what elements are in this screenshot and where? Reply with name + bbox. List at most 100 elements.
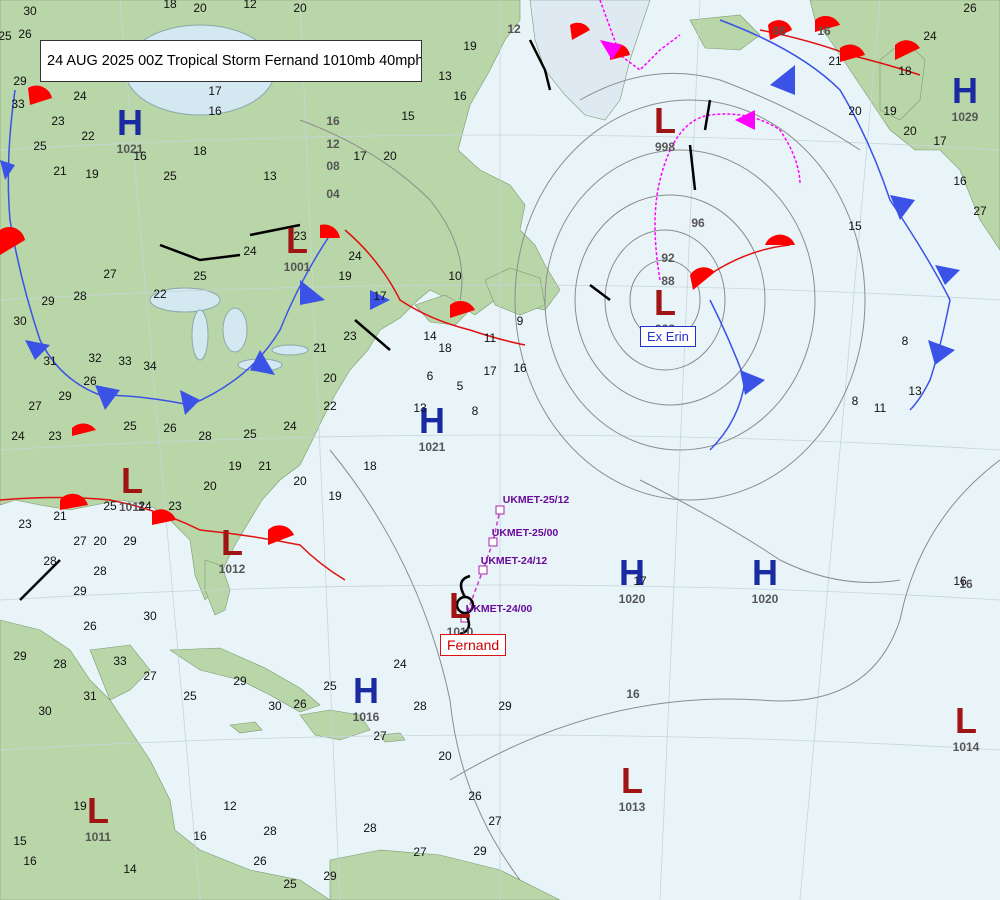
central-pressure-value: 998 (655, 140, 675, 154)
central-pressure-value: 1021 (419, 440, 446, 454)
station-observation: 26 (18, 27, 32, 41)
station-observation: 28 (198, 429, 212, 443)
station-observation: 23 (48, 429, 62, 443)
station-observation: 27 (488, 814, 502, 828)
station-observation: 22 (81, 129, 95, 143)
station-observation: 24 (348, 249, 362, 263)
station-observation: 23 (343, 329, 357, 343)
station-observation: 30 (13, 314, 27, 328)
station-observation: 26 (83, 374, 97, 388)
station-observation: 28 (73, 289, 87, 303)
low-pressure-marker: L (654, 282, 676, 323)
lake-michigan (191, 309, 209, 361)
station-observation: 19 (328, 489, 342, 503)
station-observation: 17 (353, 149, 367, 163)
station-observation: 27 (73, 534, 87, 548)
station-observation: 21 (828, 54, 842, 68)
central-pressure-value: 1020 (619, 592, 646, 606)
central-pressure-value: 1013 (619, 800, 646, 814)
station-observation: 5 (457, 379, 464, 393)
station-observation: 20 (293, 474, 307, 488)
isobar-label: 16 (326, 114, 340, 128)
station-observation: 30 (268, 699, 282, 713)
station-observation: 33 (118, 354, 132, 368)
high-pressure-marker: H (752, 552, 778, 593)
station-observation: 28 (263, 824, 277, 838)
station-observation: 18 (163, 0, 177, 11)
ex-storm-label[interactable]: Ex Erin (640, 326, 696, 347)
station-observation: 25 (193, 269, 207, 283)
station-observation: 28 (363, 821, 377, 835)
station-observation: 20 (93, 534, 107, 548)
forecast-point-label: UKMET-24/00 (466, 603, 533, 615)
station-observation: 25 (323, 679, 337, 693)
storm-name-label[interactable]: Fernand (440, 634, 507, 656)
station-observation: 21 (53, 509, 67, 523)
station-observation: 23 (168, 499, 182, 513)
station-observation: 13 (413, 401, 427, 415)
high-pressure-marker: H (952, 70, 978, 111)
station-observation: 12 (223, 799, 237, 813)
station-observation: 16 (953, 174, 967, 188)
station-observation: 28 (413, 699, 427, 713)
station-observation: 8 (852, 394, 859, 408)
station-observation: 9 (517, 314, 524, 328)
station-observation: 25 (103, 499, 117, 513)
station-observation: 18 (898, 64, 912, 78)
station-observation: 24 (138, 499, 152, 513)
isobar-label: 08 (772, 24, 786, 38)
station-observation: 24 (243, 244, 257, 258)
station-observation: 17 (208, 84, 222, 98)
station-observation: 27 (103, 267, 117, 281)
station-observation: 21 (313, 341, 327, 355)
station-observation: 16 (453, 89, 467, 103)
central-pressure-value: 1029 (952, 110, 979, 124)
forecast-point-label: UKMET-25/12 (503, 494, 570, 506)
station-observation: 24 (393, 657, 407, 671)
station-observation: 15 (401, 109, 415, 123)
station-observation: 25 (33, 139, 47, 153)
station-observation: 18 (438, 341, 452, 355)
station-observation: 17 (373, 289, 387, 303)
station-observation: 16 (193, 829, 207, 843)
station-observation: 11 (874, 401, 887, 415)
isobar-label: 16 (626, 687, 640, 701)
central-pressure-value: 1014 (953, 740, 980, 754)
station-observation: 23 (293, 229, 307, 243)
station-observation: 27 (373, 729, 387, 743)
station-observation: 24 (73, 89, 87, 103)
central-pressure-value: 1016 (353, 710, 380, 724)
station-observation: 25 (283, 877, 297, 891)
station-observation: 29 (323, 869, 337, 883)
weather-map: H 1021 H 1021 H 1020 H 1020 H 1016 H 1029 L 998 L 1001 L… (0, 0, 1000, 900)
station-observation: 27 (413, 845, 427, 859)
station-observation: 16 (953, 574, 967, 588)
isobar-label: 16 (817, 24, 831, 38)
map-title: 24 AUG 2025 00Z Tropical Storm Fernand 1… (40, 40, 422, 82)
station-observation: 24 (11, 429, 25, 443)
station-observation: 29 (58, 389, 72, 403)
station-observation: 16 (513, 361, 527, 375)
central-pressure-value: 1001 (284, 260, 311, 274)
isobar-label: 88 (661, 274, 675, 288)
station-observation: 26 (293, 697, 307, 711)
station-observation: 11 (484, 331, 497, 345)
station-observation: 26 (468, 789, 482, 803)
station-observation: 19 (85, 167, 99, 181)
station-observation: 26 (253, 854, 267, 868)
lake-ontario (271, 344, 309, 356)
lake-huron (222, 307, 248, 353)
low-pressure-marker: L (87, 790, 109, 831)
isobar-label: 92 (661, 251, 675, 265)
station-observation: 29 (41, 294, 55, 308)
station-observation: 13 (908, 384, 922, 398)
station-observation: 17 (933, 134, 947, 148)
station-observation: 21 (258, 459, 272, 473)
station-observation: 24 (283, 419, 297, 433)
low-pressure-marker: L (121, 460, 143, 501)
station-observation: 20 (438, 749, 452, 763)
station-observation: 20 (903, 124, 917, 138)
station-observation: 29 (13, 649, 27, 663)
station-observation: 25 (0, 29, 12, 43)
station-observation: 34 (143, 359, 157, 373)
